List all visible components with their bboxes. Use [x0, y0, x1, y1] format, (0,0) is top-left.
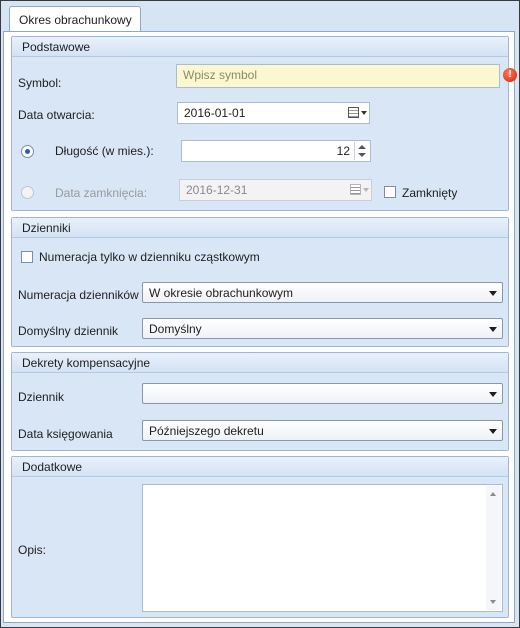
warning-icon: !: [503, 68, 517, 82]
dlugosc-radio[interactable]: [21, 145, 34, 158]
data-otwarcia-label: Data otwarcia:: [18, 108, 95, 122]
opis-textarea[interactable]: [142, 484, 503, 612]
dziennik-select[interactable]: [142, 383, 503, 404]
chevron-down-icon[interactable]: [363, 188, 369, 192]
opis-label: Opis:: [18, 543, 47, 557]
chevron-down-icon[interactable]: [361, 111, 367, 115]
data-zamkniecia-value: 2016-12-31: [186, 183, 248, 197]
numeracja-czastkowy-label: Numeracja tylko w dzienniku cząstkowym: [39, 250, 260, 264]
domyslny-dziennik-select[interactable]: Domyślny: [142, 318, 503, 339]
panel-dekrety: Dekrety kompensacyjne Dziennik Data księ…: [11, 352, 509, 451]
chevron-down-icon[interactable]: [489, 392, 497, 397]
dziennik-label: Dziennik: [18, 390, 65, 404]
data-zamkniecia-label: Data zamknięcia:: [55, 186, 148, 200]
numeracja-czastkowy-checkbox[interactable]: [21, 251, 33, 263]
zamkniety-checkbox[interactable]: [384, 186, 396, 198]
symbol-label: Symbol:: [18, 76, 62, 90]
numeracja-dziennikow-label: Numeracja dzienników: [18, 288, 139, 302]
tab-content: Podstawowe Symbol: Wpisz symbol ! Data o…: [3, 31, 517, 623]
dlugosc-value: 12: [336, 144, 350, 158]
data-ksiegowania-label: Data księgowania: [18, 427, 113, 441]
domyslny-dziennik-value: Domyślny: [149, 322, 202, 336]
panel-dzienniki-header: Dzienniki: [12, 218, 508, 238]
data-zamkniecia-field[interactable]: 2016-12-31: [179, 179, 372, 201]
numeracja-dziennikow-select[interactable]: W okresie obrachunkowym: [142, 282, 503, 303]
calendar-icon[interactable]: [348, 107, 359, 118]
domyslny-dziennik-label: Domyślny dziennik: [18, 324, 119, 338]
chevron-down-icon[interactable]: [489, 429, 497, 434]
scrollbar[interactable]: [486, 486, 501, 610]
window: Okres obrachunkowy Podstawowe Symbol: Wp…: [0, 0, 520, 628]
spin-up-icon[interactable]: [358, 145, 366, 149]
spin-buttons[interactable]: [354, 142, 369, 160]
panel-dodatkowe-header: Dodatkowe: [12, 457, 508, 477]
spin-down-icon[interactable]: [358, 153, 366, 157]
data-otwarcia-field[interactable]: 2016-01-01: [177, 102, 370, 124]
panel-podstawowe-header: Podstawowe: [12, 37, 508, 57]
tab-okres-obrachunkowy[interactable]: Okres obrachunkowy: [9, 6, 141, 31]
chevron-down-icon[interactable]: [489, 291, 497, 296]
panel-dekrety-header: Dekrety kompensacyjne: [12, 353, 508, 373]
data-zamkniecia-radio[interactable]: [21, 186, 34, 199]
zamkniety-label: Zamknięty: [402, 186, 458, 200]
panel-podstawowe: Podstawowe Symbol: Wpisz symbol ! Data o…: [11, 36, 517, 211]
calendar-icon[interactable]: [350, 184, 361, 195]
symbol-input[interactable]: Wpisz symbol: [176, 64, 500, 88]
dlugosc-label: Długość (w mies.):: [55, 144, 154, 158]
numeracja-dziennikow-value: W okresie obrachunkowym: [149, 286, 294, 300]
panel-dzienniki: Dzienniki Numeracja tylko w dzienniku cz…: [11, 217, 509, 347]
panel-dodatkowe: Dodatkowe Opis:: [11, 456, 509, 618]
data-otwarcia-value: 2016-01-01: [184, 106, 246, 120]
data-ksiegowania-value: Późniejszego dekretu: [149, 424, 264, 438]
data-ksiegowania-select[interactable]: Późniejszego dekretu: [142, 420, 503, 441]
chevron-down-icon[interactable]: [489, 327, 497, 332]
dlugosc-stepper[interactable]: 12: [181, 140, 371, 162]
scroll-down-icon[interactable]: [490, 600, 496, 604]
scroll-up-icon[interactable]: [490, 492, 496, 496]
